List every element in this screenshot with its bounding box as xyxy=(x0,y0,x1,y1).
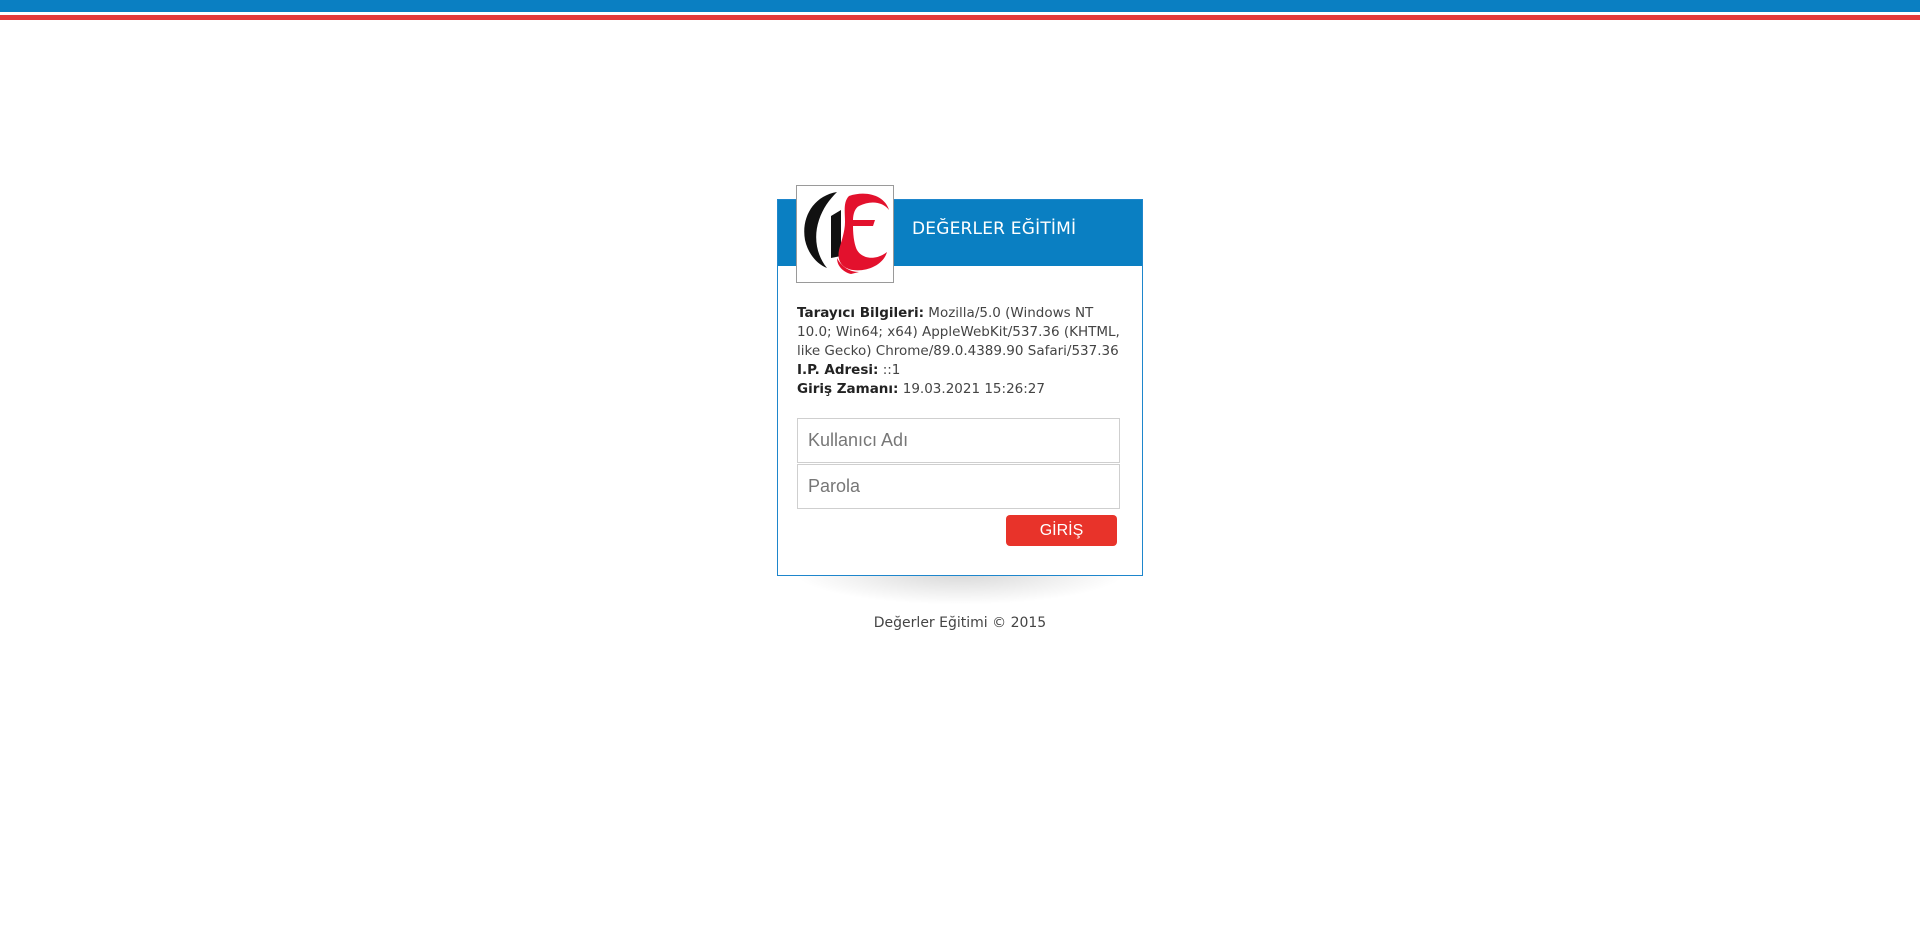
ip-value: ::1 xyxy=(882,362,901,378)
app-title: DEĞERLER EĞİTİMİ xyxy=(912,219,1077,239)
footer-copyright: Değerler Eğitimi © 2015 xyxy=(873,615,1047,631)
browser-info-label: Tarayıcı Bilgileri: xyxy=(797,305,924,321)
session-info: Tarayıcı Bilgileri: Mozilla/5.0 (Windows… xyxy=(797,304,1127,399)
ip-info: I.P. Adresi: ::1 xyxy=(797,361,1127,380)
card-shadow xyxy=(797,572,1123,604)
login-time-label: Giriş Zamanı: xyxy=(797,381,899,397)
login-time-value: 19.03.2021 15:26:27 xyxy=(902,381,1045,397)
de-logo-icon xyxy=(804,192,889,274)
login-time-info: Giriş Zamanı: 19.03.2021 15:26:27 xyxy=(797,380,1127,399)
logo xyxy=(796,185,894,283)
login-button[interactable]: GİRİŞ xyxy=(1006,515,1117,546)
top-accent-bar-red xyxy=(0,15,1920,20)
browser-info: Tarayıcı Bilgileri: Mozilla/5.0 (Windows… xyxy=(797,304,1127,361)
password-input[interactable] xyxy=(797,464,1120,509)
ip-label: I.P. Adresi: xyxy=(797,362,879,378)
username-input[interactable] xyxy=(797,418,1120,463)
top-accent-bar-blue xyxy=(0,0,1920,12)
